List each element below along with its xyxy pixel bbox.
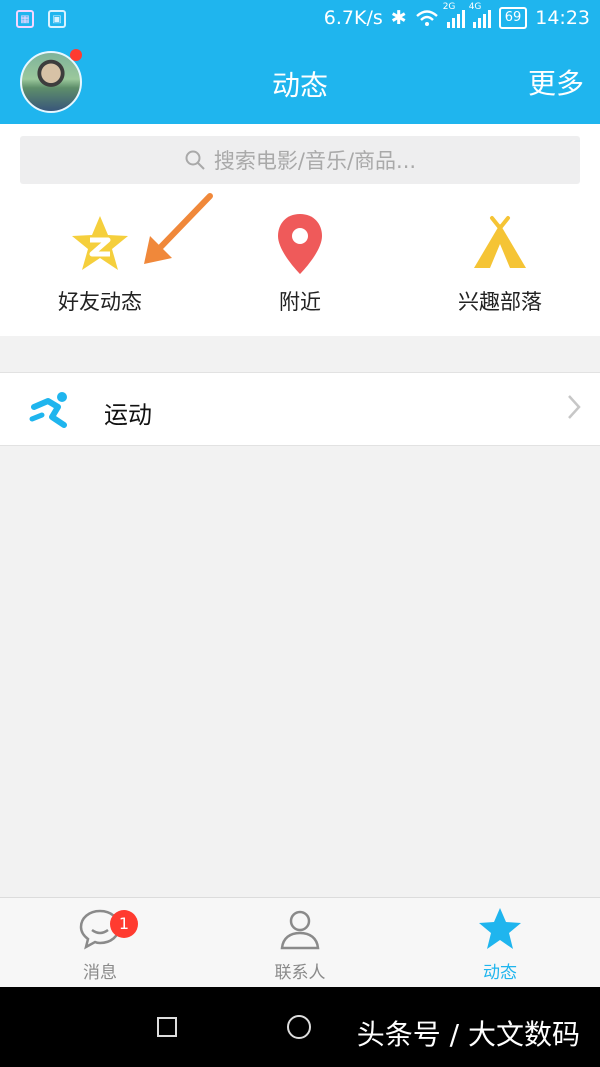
tab-label: 联系人 (274, 963, 326, 983)
clock: 14:23 (535, 7, 590, 29)
person-icon (280, 910, 320, 950)
page-title: 动态 (271, 69, 328, 102)
recent-apps-button[interactable] (157, 1017, 177, 1037)
tab-label: 动态 (483, 963, 517, 983)
search-bar[interactable]: 搜索电影/音乐/商品... (20, 136, 580, 184)
app-header: 动态 更多 (0, 40, 600, 124)
search-icon (185, 150, 205, 170)
shortcut-label: 好友动态 (58, 290, 142, 314)
shortcut-label: 附近 (279, 290, 321, 314)
unread-badge: 1 (110, 910, 138, 938)
avatar-notification-dot (70, 49, 82, 61)
tab-messages[interactable]: 消息 1 (0, 906, 200, 983)
location-pin-icon (278, 214, 322, 274)
wifi-icon (415, 10, 438, 26)
signal-2g-label: 2G (442, 2, 456, 12)
battery-icon: 69 (498, 7, 528, 29)
home-button[interactable] (287, 1015, 311, 1039)
tab-contacts[interactable]: 联系人 (200, 906, 400, 983)
sim-notification-icon: ▣ (48, 10, 66, 28)
net-speed: 6.7K/s (323, 7, 383, 29)
search-placeholder: 搜索电影/音乐/商品... (213, 149, 417, 173)
feed-entry-card: 搜索电影/音乐/商品... 好友动态 附近 兴趣部落 (0, 124, 600, 336)
signal-4g-label: 4G (468, 2, 482, 12)
star-icon (479, 908, 521, 949)
running-icon (29, 392, 67, 428)
tab-label: 消息 (83, 963, 117, 983)
status-right: 6.7K/s ✱ 2G 4G 69 14:23 (323, 2, 590, 29)
system-nav-bar: 头条号 / 大文数码 (0, 987, 600, 1067)
list-item-label: 运动 (104, 401, 152, 429)
tab-feed[interactable]: 动态 (400, 906, 600, 983)
screenshot-notification-icon: ▦ (16, 10, 34, 28)
shortcut-interest-tribe[interactable]: 兴趣部落 (400, 212, 600, 316)
watermark: 头条号 / 大文数码 (356, 1018, 580, 1051)
bluetooth-icon: ✱ (390, 7, 407, 29)
star-z-icon (72, 216, 128, 270)
shortcut-label: 兴趣部落 (458, 290, 542, 314)
chevron-right-icon (568, 395, 581, 419)
signal-2g-icon: 2G (443, 2, 465, 28)
shortcut-nearby[interactable]: 附近 (200, 212, 400, 316)
bottom-tab-bar: 消息 1 联系人 动态 (0, 897, 600, 987)
status-bar: ▦ ▣ 6.7K/s ✱ 2G 4G 69 14:23 (0, 0, 600, 40)
annotation-arrow (144, 193, 213, 264)
notification-icons: ▦ ▣ (16, 10, 66, 28)
tent-icon (474, 216, 526, 268)
list-item-sports[interactable]: 运动 (0, 372, 600, 446)
signal-4g-icon: 4G (469, 2, 491, 28)
more-button[interactable]: 更多 (528, 62, 584, 102)
